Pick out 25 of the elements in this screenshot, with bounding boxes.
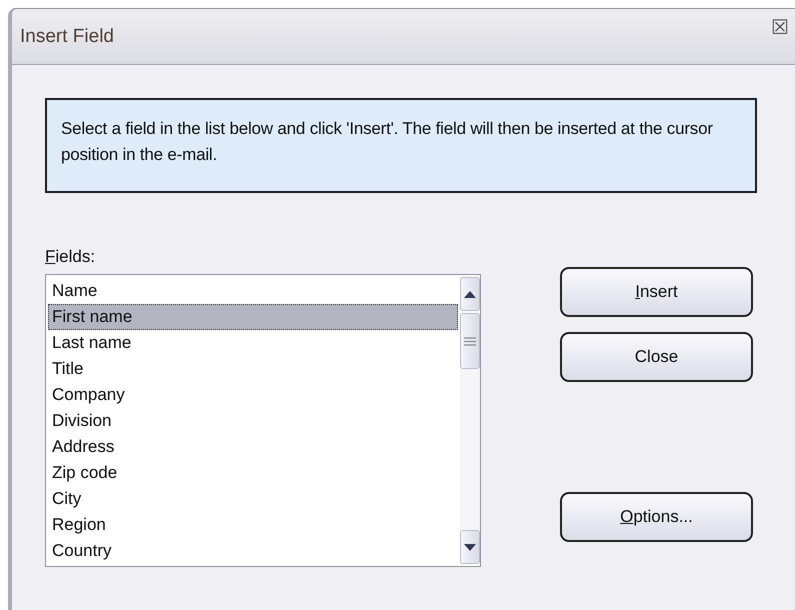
list-item[interactable]: Last name — [48, 330, 458, 356]
list-item[interactable]: City — [48, 486, 458, 512]
scroll-up-button[interactable] — [460, 277, 480, 311]
scroll-down-button[interactable] — [460, 530, 480, 564]
list-item[interactable]: Company — [48, 382, 458, 408]
dialog-button[interactable]: Options... — [560, 492, 753, 542]
fields-label: Fields: — [45, 247, 96, 268]
down-arrow-icon — [463, 542, 477, 552]
list-item[interactable]: Region — [48, 512, 458, 538]
close-button[interactable]: ☒ — [771, 18, 789, 38]
list-item[interactable]: Zip code — [48, 460, 458, 486]
list-item[interactable]: Division — [48, 408, 458, 434]
list-item[interactable]: Title — [48, 356, 458, 382]
dialog-button[interactable]: Insert — [560, 267, 753, 317]
up-arrow-icon — [463, 290, 477, 298]
list-item[interactable]: Address — [48, 434, 458, 460]
info-text: Select a field in the list below and click 'Insert'. The field will then be inserted at the cursor position in the e-mail. — [61, 118, 714, 166]
scrollbar[interactable] — [460, 275, 480, 566]
list-item[interactable]: Name — [48, 278, 458, 304]
list-item[interactable]: First name — [48, 304, 458, 330]
list-item[interactable]: Country — [48, 538, 458, 564]
scroll-thumb[interactable] — [460, 313, 480, 369]
grip-icon — [464, 336, 476, 346]
window-title: Insert Field — [20, 26, 114, 48]
dialog-button[interactable]: Close — [560, 332, 753, 382]
